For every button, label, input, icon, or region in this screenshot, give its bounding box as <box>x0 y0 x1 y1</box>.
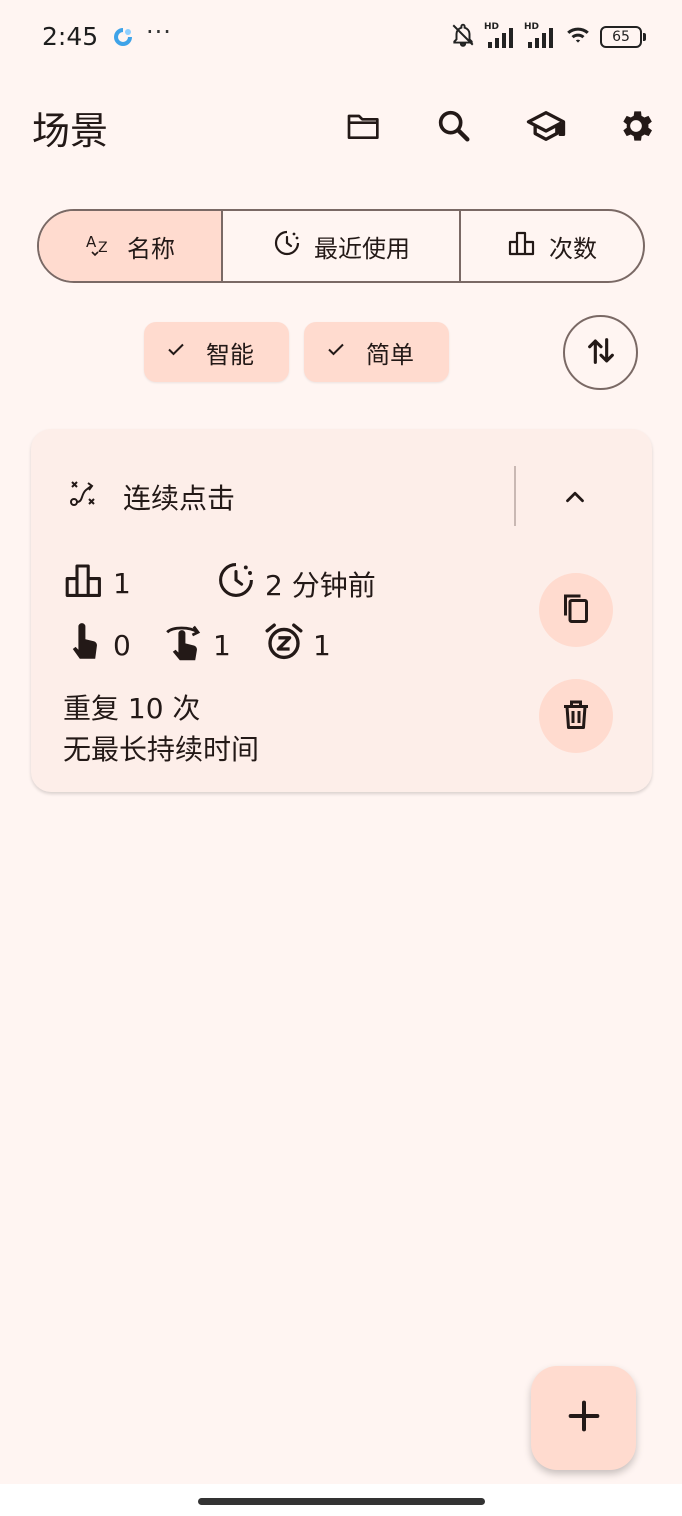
swipe-icon <box>163 621 205 670</box>
sort-segmented-control: AZ 名称 最近使用 次数 <box>37 209 645 283</box>
gear-icon[interactable] <box>612 102 660 150</box>
sort-by-recent-button[interactable]: 最近使用 <box>223 211 461 281</box>
usage-count-stat: 1 <box>63 559 131 608</box>
snooze-icon <box>263 621 305 670</box>
system-navigation-bar <box>0 1484 682 1516</box>
copy-icon <box>558 590 594 630</box>
sort-az-icon: AZ <box>85 228 115 264</box>
repeat-text: 重复 10 次 <box>63 692 201 725</box>
usage-count-value: 1 <box>113 567 131 600</box>
home-gesture-handle[interactable] <box>198 1498 485 1505</box>
bell-off-icon <box>450 22 476 52</box>
sort-by-recent-label: 最近使用 <box>314 234 410 263</box>
page-title: 场景 <box>32 109 109 153</box>
swipe-count-stat: 1 <box>163 621 231 670</box>
scenario-list-screen: 2:45 ··· HD HD 65 场景 A Z 名称 最近使用 次数 智能 简… <box>0 0 682 1516</box>
svg-text:A: A <box>86 233 97 251</box>
school-icon[interactable] <box>522 102 570 150</box>
click-count-value: 0 <box>113 629 131 662</box>
trash-icon <box>558 696 594 736</box>
card-divider <box>514 466 516 526</box>
timer-count-stat: 1 <box>263 621 331 670</box>
chevron-up-icon <box>566 491 584 503</box>
wifi-icon <box>564 22 592 52</box>
check-icon <box>324 337 348 367</box>
swap-vertical-icon <box>584 334 618 372</box>
last-used-stat: 2 分钟前 <box>215 559 376 608</box>
bar-chart-icon <box>507 228 537 264</box>
status-time: 2:45 <box>42 22 99 51</box>
history-icon <box>215 559 257 608</box>
filter-chip-smart-label: 智能 <box>206 340 254 369</box>
last-used-value: 2 分钟前 <box>265 568 376 602</box>
svg-text:Z: Z <box>98 240 108 256</box>
sort-by-count-label: 次数 <box>549 234 597 263</box>
duration-text: 无最长持续时间 <box>63 733 260 766</box>
scenario-title: 连续点击 <box>123 482 236 515</box>
sort-by-count-button[interactable]: 次数 <box>461 211 643 281</box>
battery-icon: 65 <box>600 26 646 48</box>
folder-icon[interactable] <box>340 102 388 150</box>
copy-scenario-button[interactable] <box>539 573 613 647</box>
top-app-bar: 场景 <box>0 88 682 164</box>
sort-by-name-label: 名称 <box>127 234 175 263</box>
plus-icon <box>564 1396 604 1440</box>
scenario-card[interactable]: 连续点击 1 2 分钟前 0 1 1 重复 10 次 无最长持续时间 <box>31 429 652 792</box>
timer-count-value: 1 <box>313 629 331 662</box>
click-count-stat: 0 <box>63 621 131 670</box>
swipe-count-value: 1 <box>213 629 231 662</box>
sort-by-name-button[interactable]: AZ 名称 <box>39 211 223 281</box>
delete-scenario-button[interactable] <box>539 679 613 753</box>
check-icon <box>164 337 188 367</box>
add-scenario-fab[interactable] <box>531 1366 636 1470</box>
status-bar: 2:45 ··· HD HD 65 <box>0 0 682 72</box>
signal-icon: HD <box>484 22 516 50</box>
status-indicators: HD HD 65 <box>450 22 646 52</box>
bar-chart-icon <box>63 559 105 608</box>
filter-chip-simple[interactable]: 简单 <box>304 322 449 382</box>
signal-hd-label: HD <box>524 22 540 32</box>
smart-scenario-icon <box>67 477 99 509</box>
signal-hd-label: HD <box>484 22 500 32</box>
sort-order-toggle-button[interactable] <box>563 315 638 390</box>
status-more-dots: ··· <box>146 18 172 46</box>
touch-icon <box>63 621 105 670</box>
history-icon <box>272 228 302 264</box>
filter-chip-smart[interactable]: 智能 <box>144 322 289 382</box>
signal-icon: HD <box>524 22 556 50</box>
filter-chip-simple-label: 简单 <box>366 340 414 369</box>
collapse-button[interactable] <box>553 475 597 519</box>
app-status-icon <box>111 25 135 49</box>
search-icon[interactable] <box>430 102 478 150</box>
